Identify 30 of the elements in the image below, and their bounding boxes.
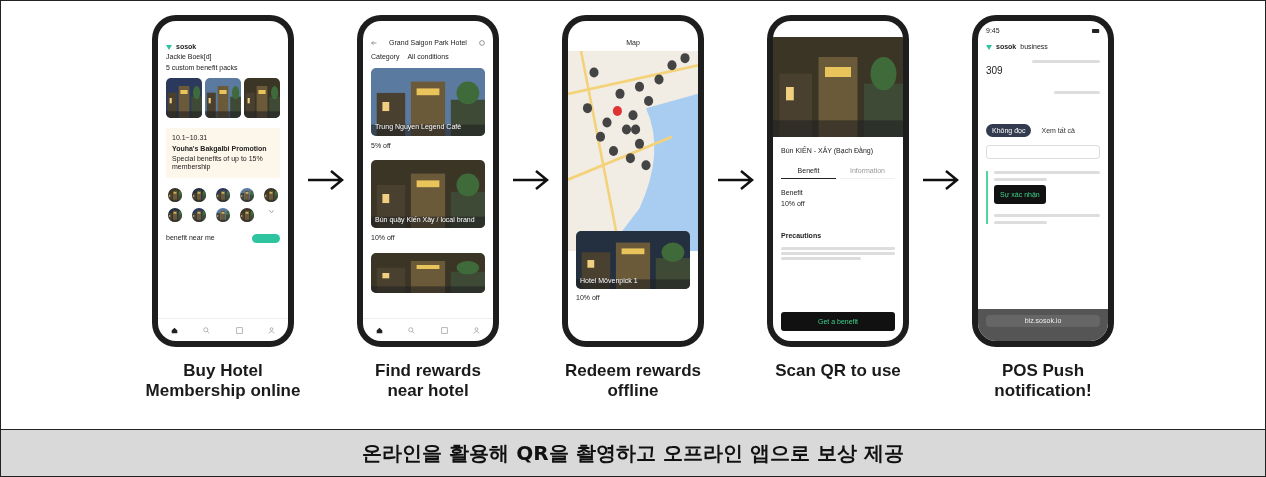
person-icon[interactable] <box>268 326 276 334</box>
step-label: Redeem rewards offline <box>564 361 702 402</box>
step-label: Find rewards near hotel <box>375 361 481 402</box>
person-icon[interactable] <box>473 326 481 334</box>
card-icon[interactable] <box>440 326 448 334</box>
step-label: Scan QR to use <box>775 361 901 382</box>
home-icon[interactable] <box>170 326 178 334</box>
home-icon[interactable] <box>375 326 383 334</box>
info-icon[interactable] <box>479 40 485 47</box>
text-placeholder-line <box>1054 90 1100 94</box>
step-label: Buy Hotel Membership online <box>145 361 301 402</box>
text-placeholder-line <box>994 220 1047 224</box>
arrow-icon <box>922 169 959 191</box>
search-icon[interactable] <box>408 326 416 334</box>
search-icon[interactable] <box>203 326 211 334</box>
logo-icon <box>986 45 992 51</box>
map-button[interactable] <box>252 233 280 243</box>
back-icon[interactable] <box>371 40 377 47</box>
chevron-down-icon[interactable] <box>267 207 275 215</box>
arrow-icon <box>512 169 549 191</box>
arrow-icon <box>307 169 344 191</box>
battery-icon <box>1092 29 1100 34</box>
logo-icon <box>166 44 172 50</box>
card-icon[interactable] <box>235 326 243 334</box>
text-placeholder-line <box>994 177 1047 181</box>
text-placeholder-line <box>1031 59 1100 63</box>
step-label: POS Push notification! <box>994 361 1092 402</box>
arrow-icon <box>717 169 754 191</box>
count: 309 <box>986 64 1004 77</box>
caption: 온라인을 활용해 QR을 촬영하고 오프라인 앱으로 보상 제공 <box>1 429 1265 476</box>
